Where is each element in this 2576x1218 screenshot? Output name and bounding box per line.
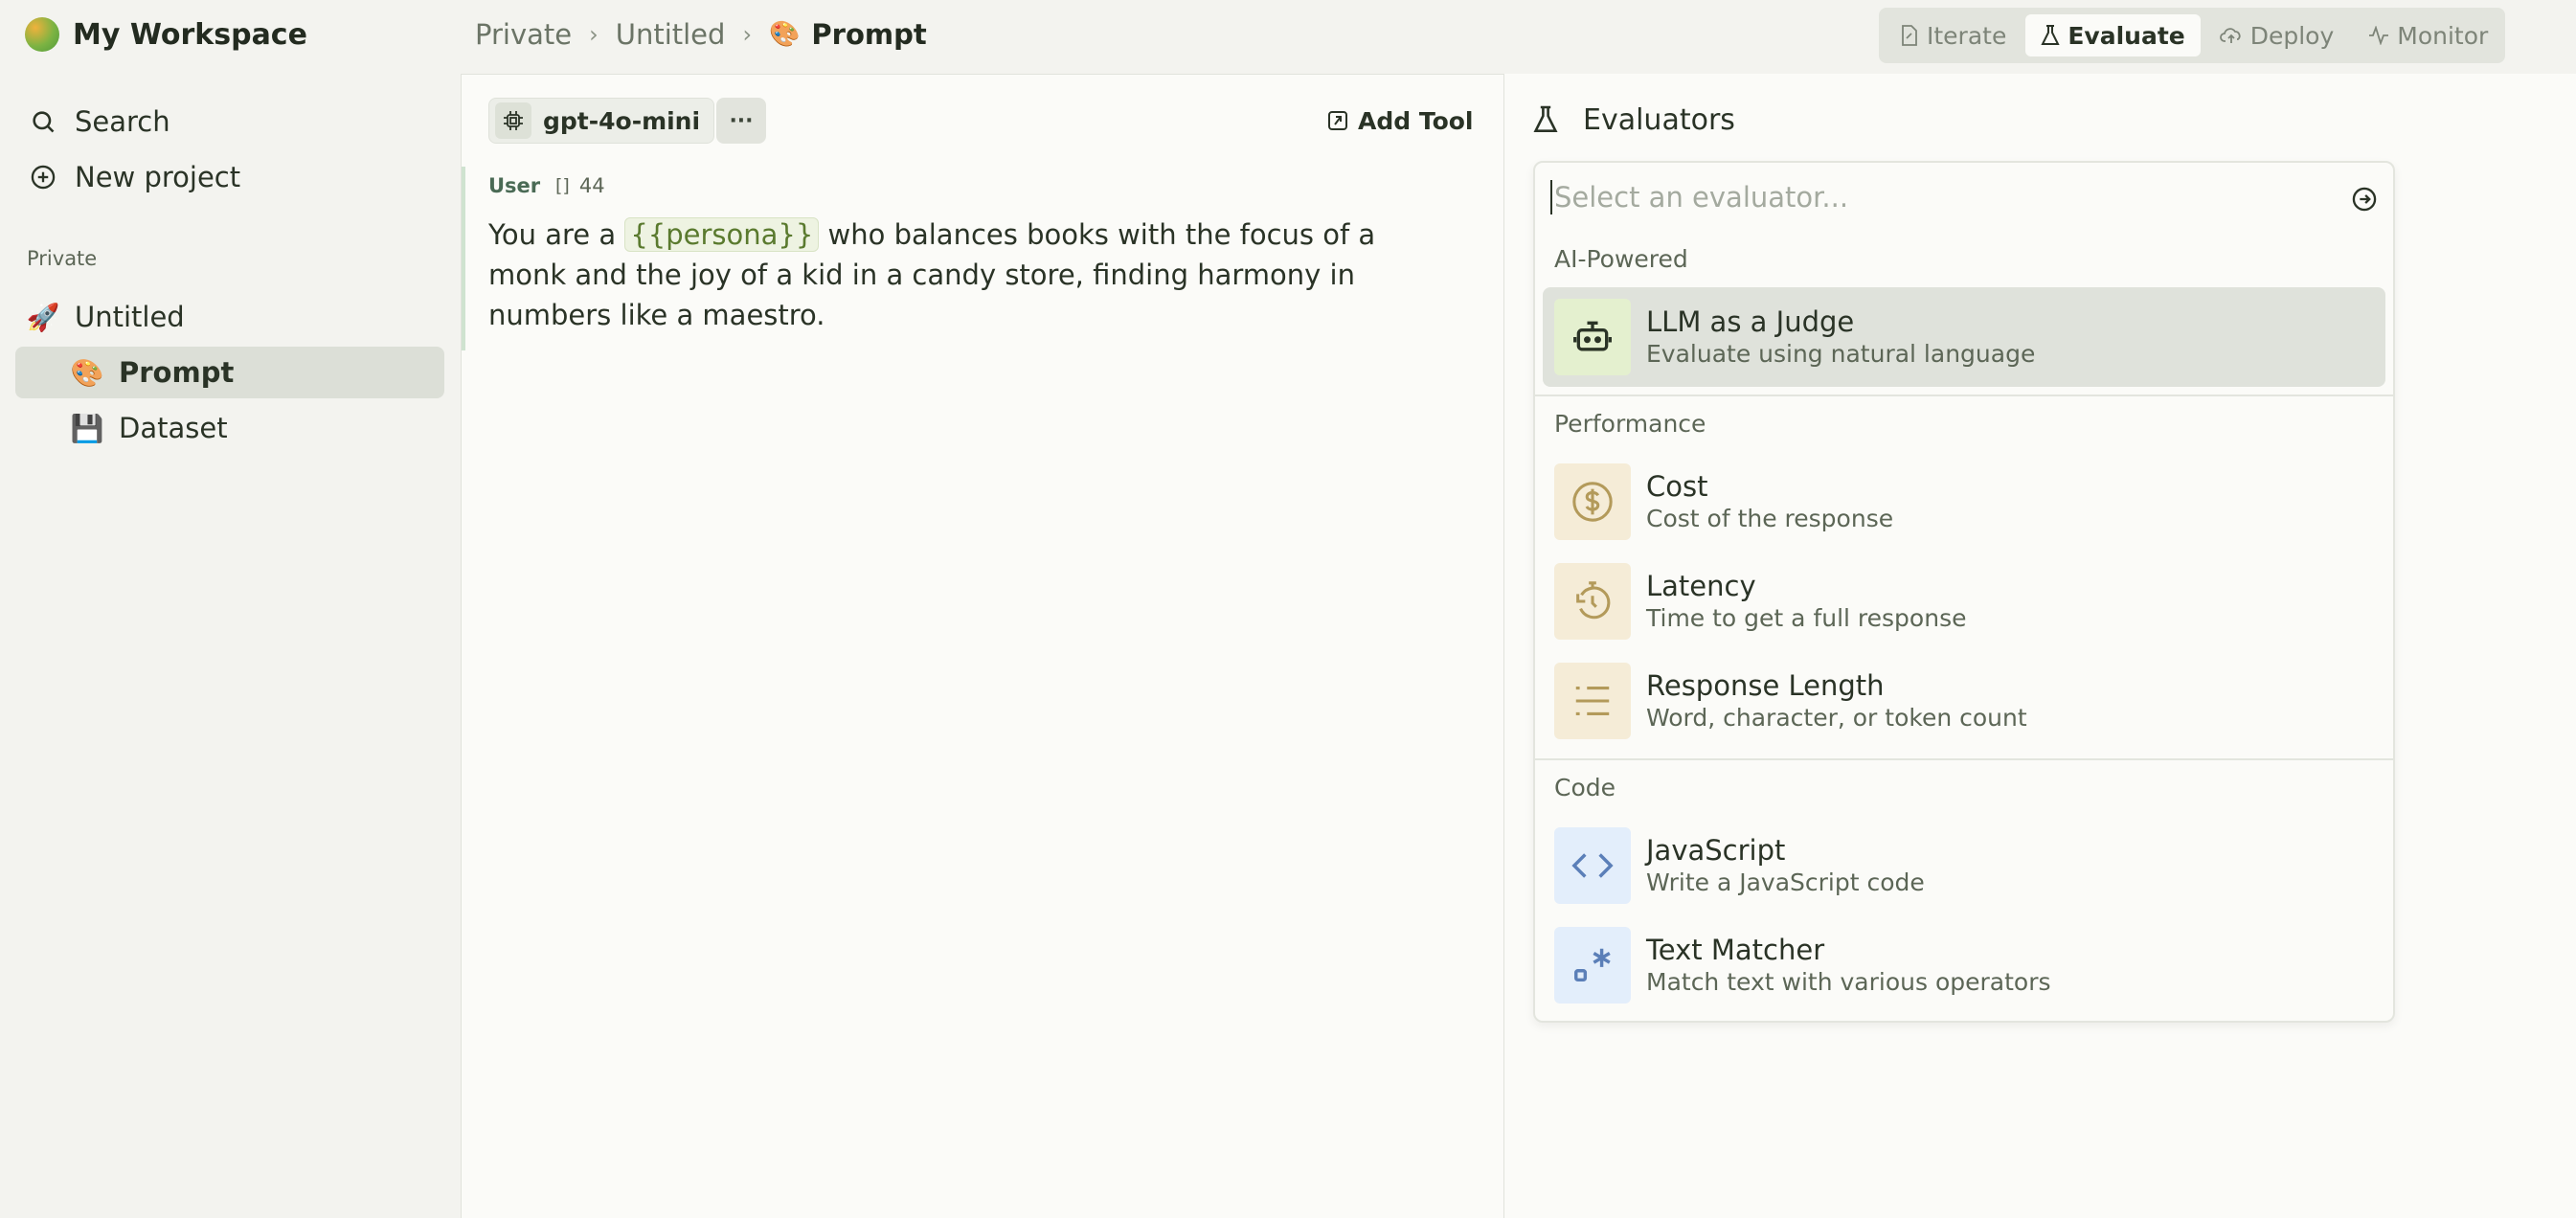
workspace-switcher[interactable]: My Workspace [25, 15, 307, 54]
search-icon [27, 105, 59, 138]
more-options-button[interactable]: ··· [716, 98, 766, 144]
breadcrumb-current-label: Prompt [811, 18, 927, 51]
code-icon [1554, 827, 1631, 904]
sidebar-new-project-label: New project [75, 161, 241, 193]
group-label-performance: Performance [1554, 410, 1706, 438]
divider [1535, 758, 2393, 760]
tab-iterate-label: Iterate [1927, 21, 2007, 50]
evaluator-title: LLM as a Judge [1646, 305, 1855, 338]
token-count-value: 44 [578, 174, 605, 197]
evaluator-llm-judge[interactable]: LLM as a Judge Evaluate using natural la… [1543, 287, 2385, 387]
evaluator-text-matcher[interactable]: Text Matcher Match text with various ope… [1543, 915, 2385, 1015]
list-icon [1554, 663, 1631, 739]
rocket-icon: 🚀 [26, 301, 60, 333]
sidebar-item-label: Untitled [75, 301, 185, 333]
plus-circle-icon [27, 161, 59, 193]
tab-monitor[interactable]: Monitor [2353, 14, 2503, 56]
sidebar-search[interactable]: Search [15, 96, 444, 147]
evaluator-desc: Time to get a full response [1646, 604, 1967, 632]
evaluator-desc: Cost of the response [1646, 505, 1894, 532]
evaluators-header: Evaluators [1533, 101, 1735, 139]
brackets-icon: [] [555, 175, 570, 196]
chevron-right-icon: › [589, 21, 599, 48]
dollar-icon [1554, 463, 1631, 540]
tab-evaluate-label: Evaluate [2068, 21, 2185, 50]
robot-icon [1554, 299, 1631, 375]
sidebar-item-label: Dataset [119, 412, 228, 444]
arrow-right-circle-icon[interactable] [2351, 186, 2378, 216]
evaluator-dropdown: AI-Powered LLM as a Judge Evaluate using… [1533, 161, 2395, 1023]
document-icon [1902, 25, 1917, 46]
evaluator-javascript[interactable]: JavaScript Write a JavaScript code [1543, 816, 2385, 915]
evaluators-title: Evaluators [1583, 102, 1735, 137]
breadcrumb-untitled[interactable]: Untitled [616, 18, 726, 51]
sidebar-item-prompt[interactable]: 🎨 Prompt [15, 347, 444, 398]
add-tool-label: Add Tool [1358, 106, 1474, 135]
sidebar-new-project[interactable]: New project [15, 151, 444, 203]
evaluator-title: JavaScript [1646, 834, 1786, 867]
sidebar-item-dataset[interactable]: 💾 Dataset [15, 402, 444, 454]
sidebar: My Workspace Search New project Private … [0, 0, 460, 1218]
evaluator-title: Cost [1646, 470, 1708, 503]
evaluator-title: Latency [1646, 570, 1756, 602]
sidebar-item-untitled[interactable]: 🚀 Untitled [15, 291, 444, 343]
tab-deploy-label: Deploy [2249, 21, 2335, 50]
tab-deploy[interactable]: Deploy [2204, 14, 2350, 56]
breadcrumb: Private › Untitled › 🎨 Prompt [475, 13, 927, 56]
breadcrumb-private[interactable]: Private [475, 18, 572, 51]
cloud-upload-icon [2219, 28, 2241, 43]
evaluator-desc: Write a JavaScript code [1646, 868, 1925, 896]
variable-tag[interactable]: {{persona}} [624, 217, 820, 252]
tab-iterate[interactable]: Iterate [1885, 14, 2022, 56]
evaluators-panel: Evaluators AI-Powered LLM as a Judge Eva… [1504, 74, 2576, 1218]
mode-switcher: Iterate Evaluate Deploy Monitor [1879, 8, 2505, 63]
evaluator-title: Response Length [1646, 669, 1885, 702]
evaluator-desc: Evaluate using natural language [1646, 340, 2036, 368]
prompt-editor: gpt-4o-mini ··· Add Tool User [] 44 You … [461, 74, 1504, 1218]
evaluator-latency[interactable]: Latency Time to get a full response [1543, 552, 2385, 651]
workspace-name: My Workspace [73, 17, 307, 52]
message-text[interactable]: You are a {{persona}} who balances books… [488, 214, 1456, 335]
evaluator-cost[interactable]: Cost Cost of the response [1543, 452, 2385, 552]
model-name: gpt-4o-mini [543, 106, 701, 135]
palette-icon: 🎨 [769, 20, 801, 49]
group-label-ai: AI-Powered [1554, 245, 1688, 273]
workspace-avatar [25, 17, 59, 52]
chip-icon [495, 102, 531, 139]
palette-icon: 🎨 [70, 356, 104, 389]
evaluator-desc: Match text with various operators [1646, 968, 2051, 996]
evaluator-title: Text Matcher [1646, 934, 1825, 966]
add-tool-button[interactable]: Add Tool [1327, 98, 1474, 144]
group-label-code: Code [1554, 774, 1616, 801]
floppy-disk-icon: 💾 [70, 412, 104, 444]
token-count: [] 44 [555, 174, 605, 197]
message-text-before: You are a [488, 218, 625, 251]
regex-icon [1554, 927, 1631, 1004]
flask-icon [1533, 105, 1558, 132]
breadcrumb-current: 🎨 Prompt [769, 18, 927, 51]
sidebar-section-private: Private [27, 247, 98, 270]
evaluator-search-input[interactable] [1550, 180, 2336, 214]
message-block[interactable]: User [] 44 You are a {{persona}} who bal… [462, 167, 1504, 350]
tab-monitor-label: Monitor [2397, 21, 2489, 50]
tool-icon [1328, 111, 1347, 130]
timer-icon [1554, 563, 1631, 640]
evaluator-response-length[interactable]: Response Length Word, character, or toke… [1543, 651, 2385, 751]
activity-icon [2369, 26, 2389, 45]
sidebar-item-label: Prompt [119, 356, 235, 389]
evaluator-desc: Word, character, or token count [1646, 704, 2027, 732]
divider [1535, 395, 2393, 396]
chevron-right-icon: › [742, 21, 753, 48]
evaluator-search [1535, 163, 2393, 232]
tab-evaluate[interactable]: Evaluate [2025, 14, 2201, 56]
sidebar-search-label: Search [75, 105, 170, 138]
model-selector[interactable]: gpt-4o-mini [488, 98, 715, 144]
message-role[interactable]: User [488, 174, 540, 197]
flask-icon [2041, 25, 2060, 45]
